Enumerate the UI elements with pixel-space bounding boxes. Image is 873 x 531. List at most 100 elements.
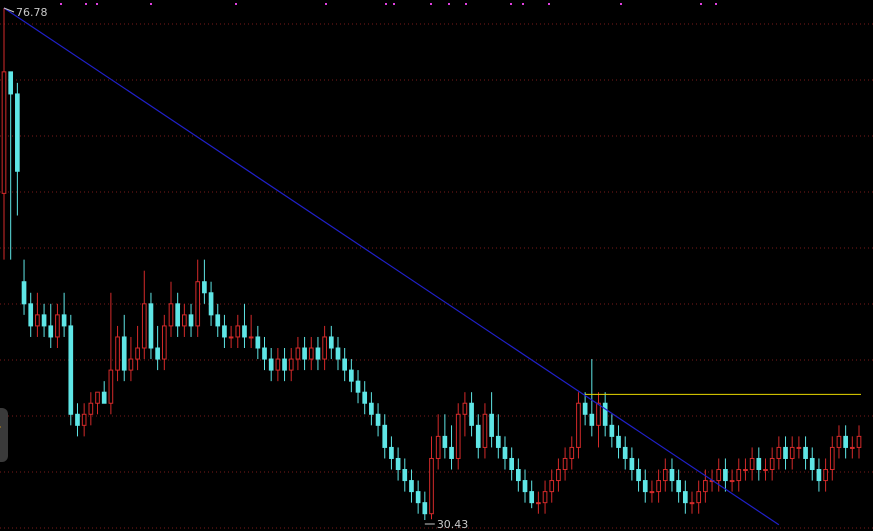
candle: [202, 259, 207, 304]
candle-body: [108, 369, 114, 404]
candle: [128, 336, 134, 382]
candle-body: [462, 402, 468, 415]
candle-body: [61, 314, 67, 327]
candle-body: [188, 314, 194, 327]
side-panel-toggle[interactable]: [0, 408, 8, 462]
candle: [549, 469, 555, 503]
candle: [188, 303, 194, 337]
low-price-label: 30.43: [437, 518, 469, 531]
candle: [335, 336, 341, 371]
candle: [529, 480, 535, 509]
candle-body: [342, 358, 348, 371]
candle: [816, 458, 822, 492]
candle: [502, 436, 508, 470]
event-marker: [150, 3, 152, 5]
candle-body: [1, 71, 7, 194]
candle: [402, 458, 408, 492]
candle: [28, 292, 34, 337]
candle-body: [616, 435, 621, 448]
candle: [789, 436, 795, 470]
candle: [375, 403, 381, 437]
candle-body: [629, 457, 635, 471]
candle: [101, 381, 107, 404]
candle-body: [88, 402, 94, 415]
candle: [308, 336, 314, 371]
candle: [8, 71, 14, 260]
candle: [576, 392, 581, 459]
candle-body: [315, 347, 321, 360]
candle: [88, 392, 94, 426]
candle-body: [155, 347, 160, 360]
candle-body: [849, 446, 855, 449]
candle-body: [268, 358, 274, 371]
candle: [435, 414, 441, 470]
candle: [689, 491, 695, 514]
candle-body: [442, 435, 448, 448]
candle-body: [362, 391, 368, 404]
candle-body: [409, 480, 414, 493]
candle: [429, 436, 434, 520]
event-marker: [548, 3, 550, 5]
candle: [349, 359, 354, 393]
candle-body: [355, 380, 361, 393]
candle-body: [28, 303, 34, 327]
candle-body: [308, 347, 314, 360]
candle-body: [195, 281, 201, 327]
candle: [275, 348, 281, 382]
candle: [682, 480, 688, 514]
candle: [662, 458, 668, 492]
candle-body: [248, 336, 254, 339]
candle-body: [582, 402, 588, 415]
candle: [409, 469, 414, 503]
candle-body: [743, 469, 748, 472]
candle: [21, 259, 27, 315]
candle-body: [455, 413, 461, 459]
candle-body: [262, 347, 267, 360]
candle-body: [115, 336, 120, 371]
candle-body: [222, 325, 227, 338]
candle: [161, 314, 167, 371]
high-price-label: 76.78: [16, 6, 48, 19]
candle-body: [636, 469, 641, 482]
candle: [729, 469, 735, 492]
candle: [61, 292, 67, 337]
candle: [783, 436, 788, 470]
event-marker: [325, 3, 327, 5]
candle-body: [495, 435, 501, 448]
candle-body: [182, 314, 187, 327]
candle-body: [816, 469, 822, 482]
candle: [215, 303, 221, 337]
candle: [15, 82, 20, 216]
candle: [749, 447, 755, 481]
event-marker: [448, 3, 450, 5]
candle-body: [556, 469, 561, 482]
candle-body: [235, 325, 241, 338]
candle-body: [716, 469, 722, 482]
candle: [148, 292, 154, 360]
candle-body: [389, 446, 394, 459]
candle: [609, 414, 615, 448]
candle: [422, 491, 428, 520]
candle: [769, 447, 775, 481]
candle: [556, 458, 561, 492]
candle-body: [335, 347, 341, 360]
candle-body: [696, 491, 702, 504]
candle-body: [642, 480, 648, 493]
candle-body: [135, 347, 140, 360]
candle-body: [682, 491, 688, 504]
candle-body: [723, 469, 728, 482]
candle: [155, 325, 160, 371]
candle-body: [656, 480, 661, 493]
candle-body: [763, 469, 768, 472]
candle: [342, 348, 348, 382]
event-marker: [385, 3, 387, 5]
candle: [482, 403, 488, 459]
candle: [208, 281, 214, 326]
candle-body: [609, 424, 615, 437]
candle-body: [703, 480, 708, 493]
candle: [242, 303, 247, 349]
candle: [823, 458, 828, 492]
candle-body: [522, 480, 528, 493]
candle-body: [823, 469, 828, 482]
candle: [756, 447, 762, 481]
